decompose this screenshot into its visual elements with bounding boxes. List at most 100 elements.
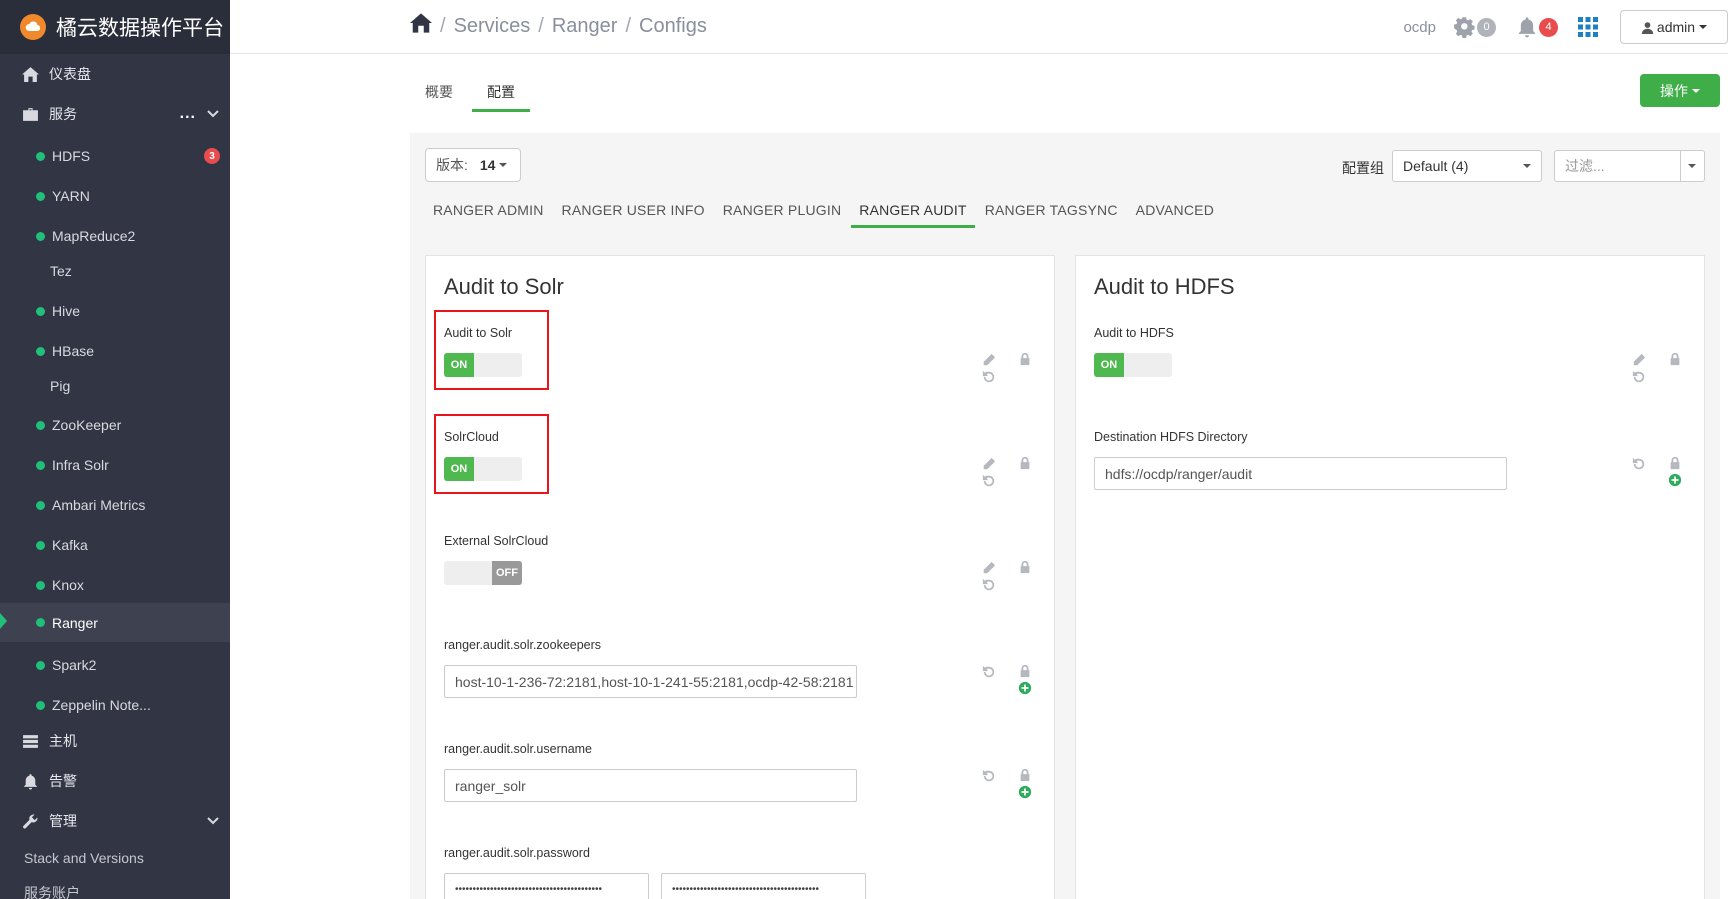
- sidebar-service-zookeeper[interactable]: ZooKeeper: [0, 407, 230, 443]
- lock-icon[interactable]: [1018, 664, 1034, 680]
- status-dot: [36, 420, 45, 430]
- sidebar-service-infra-solr[interactable]: Infra Solr: [0, 447, 230, 483]
- dest-dir-input[interactable]: hdfs://ocdp/ranger/audit: [1094, 457, 1507, 490]
- sidebar-service-ambari-metrics[interactable]: Ambari Metrics: [0, 487, 230, 523]
- sidebar-service-pig[interactable]: Pig: [0, 368, 230, 404]
- sidebar-item-services[interactable]: 服务 ...: [0, 94, 230, 134]
- sidebar-item-admin[interactable]: 管理: [0, 801, 230, 841]
- subtab-ranger-tagsync[interactable]: RANGER TAGSYNC: [977, 197, 1126, 228]
- sidebar-service-zeppelin[interactable]: Zeppelin Note...: [0, 687, 230, 723]
- apps-grid-icon[interactable]: [1578, 17, 1598, 37]
- zookeepers-input[interactable]: host-10-1-236-72:2181,host-10-1-241-55:2…: [444, 665, 857, 698]
- sidebar-service-hive[interactable]: Hive: [0, 293, 230, 329]
- sidebar-service-mapreduce2[interactable]: MapReduce2: [0, 218, 230, 254]
- sidebar-service-kafka[interactable]: Kafka: [0, 527, 230, 563]
- subtab-ranger-audit[interactable]: RANGER AUDIT: [851, 197, 975, 228]
- sidebar-service-tez[interactable]: Tez: [0, 253, 230, 289]
- add-override-icon[interactable]: [1018, 785, 1034, 801]
- audit-to-hdfs-toggle[interactable]: ON: [1094, 353, 1172, 377]
- sidebar-link-service-accounts[interactable]: 服务账户: [24, 883, 80, 899]
- undo-icon[interactable]: [982, 474, 998, 490]
- config-group-select[interactable]: Default (4): [1392, 150, 1542, 182]
- lock-icon[interactable]: [1668, 456, 1684, 472]
- actions-button[interactable]: 操作: [1640, 74, 1720, 107]
- subtab-advanced[interactable]: ADVANCED: [1128, 197, 1222, 228]
- alert-badge: 3: [204, 148, 220, 164]
- alerts-button[interactable]: 4: [1516, 16, 1558, 38]
- breadcrumb: / Services / Ranger / Configs: [410, 12, 707, 40]
- add-override-icon[interactable]: [1018, 681, 1034, 697]
- lock-icon[interactable]: [1018, 560, 1034, 576]
- subtab-ranger-user-info[interactable]: RANGER USER INFO: [554, 197, 713, 228]
- sidebar-service-hdfs[interactable]: HDFS 3: [0, 138, 230, 174]
- undo-icon[interactable]: [1632, 457, 1648, 473]
- chevron-down-icon[interactable]: [206, 813, 220, 830]
- tab-summary[interactable]: 概要: [410, 78, 468, 112]
- sidebar-link-stack-versions[interactable]: Stack and Versions: [24, 850, 144, 866]
- status-dot: [36, 580, 45, 590]
- sidebar-item-alerts[interactable]: 告警: [0, 761, 230, 801]
- undo-icon[interactable]: [1632, 370, 1648, 386]
- prop-label-solrcloud: SolrCloud: [444, 430, 499, 444]
- chevron-down-icon[interactable]: [206, 106, 220, 123]
- sidebar-service-ranger[interactable]: Ranger: [0, 603, 230, 642]
- toggle-state: ON: [1094, 353, 1124, 377]
- undo-icon[interactable]: [982, 370, 998, 386]
- prop-label-external-solrcloud: External SolrCloud: [444, 534, 549, 548]
- username-input[interactable]: ranger_solr: [444, 769, 857, 802]
- lock-icon[interactable]: [1018, 456, 1034, 472]
- add-override-icon[interactable]: [1668, 473, 1684, 489]
- edit-icon[interactable]: [982, 561, 998, 577]
- prop-label-audit-to-hdfs: Audit to HDFS: [1094, 326, 1174, 340]
- breadcrumb-ranger[interactable]: Ranger: [552, 15, 618, 38]
- edit-icon[interactable]: [982, 353, 998, 369]
- subtab-ranger-admin[interactable]: RANGER ADMIN: [425, 197, 552, 228]
- top-header: / Services / Ranger / Configs ocdp 0 4 a…: [230, 0, 1728, 54]
- config-subtabs: RANGER ADMIN RANGER USER INFO RANGER PLU…: [425, 197, 1224, 228]
- tab-configs[interactable]: 配置: [472, 78, 530, 112]
- status-dot: [36, 151, 45, 161]
- sidebar-service-knox[interactable]: Knox: [0, 567, 230, 603]
- password-input[interactable]: ••••••••••••••••••••••••••••••••••••••••…: [444, 873, 649, 899]
- brand[interactable]: 橘云数据操作平台: [0, 0, 230, 54]
- lock-icon[interactable]: [1018, 352, 1034, 368]
- sidebar-item-dashboard[interactable]: 仪表盘: [0, 54, 230, 94]
- more-actions-icon[interactable]: ...: [180, 105, 196, 123]
- sidebar-item-hosts[interactable]: 主机: [0, 721, 230, 761]
- password-confirm-input[interactable]: ••••••••••••••••••••••••••••••••••••••••…: [661, 873, 866, 899]
- status-dot: [36, 346, 45, 356]
- cluster-name[interactable]: ocdp: [1403, 19, 1436, 36]
- sidebar-service-hbase[interactable]: HBase: [0, 333, 230, 369]
- filter-input[interactable]: 过滤...: [1554, 150, 1705, 182]
- undo-icon[interactable]: [982, 769, 998, 785]
- undo-icon[interactable]: [982, 665, 998, 681]
- toggle-state: OFF: [492, 561, 522, 585]
- edit-icon[interactable]: [1632, 353, 1648, 369]
- solrcloud-toggle[interactable]: ON: [444, 457, 522, 481]
- version-value: 14: [479, 157, 496, 173]
- breadcrumb-separator: /: [440, 14, 446, 37]
- home-icon[interactable]: [410, 12, 432, 40]
- service-label: Pig: [50, 378, 71, 394]
- subtab-ranger-plugin[interactable]: RANGER PLUGIN: [715, 197, 850, 228]
- briefcase-icon: [20, 105, 40, 123]
- service-label: Infra Solr: [52, 457, 109, 473]
- sidebar-service-yarn[interactable]: YARN: [0, 178, 230, 214]
- toggle-state: ON: [444, 353, 474, 377]
- sidebar-service-spark2[interactable]: Spark2: [0, 647, 230, 683]
- edit-icon[interactable]: [982, 457, 998, 473]
- lock-icon[interactable]: [1018, 768, 1034, 784]
- breadcrumb-services[interactable]: Services: [454, 15, 531, 38]
- status-dot: [36, 460, 45, 470]
- audit-to-solr-toggle[interactable]: ON: [444, 353, 522, 377]
- gear-icon: [1454, 17, 1475, 38]
- undo-icon[interactable]: [982, 578, 998, 594]
- page-tabs: 概要 配置: [410, 78, 534, 112]
- version-dropdown[interactable]: 版本: 14: [425, 148, 521, 182]
- user-menu-button[interactable]: admin: [1620, 10, 1728, 44]
- breadcrumb-configs: Configs: [639, 14, 707, 37]
- external-solrcloud-toggle[interactable]: OFF: [444, 561, 522, 585]
- background-ops-button[interactable]: 0: [1454, 16, 1496, 38]
- brand-name: 橘云数据操作平台: [56, 16, 224, 40]
- lock-icon[interactable]: [1668, 352, 1684, 368]
